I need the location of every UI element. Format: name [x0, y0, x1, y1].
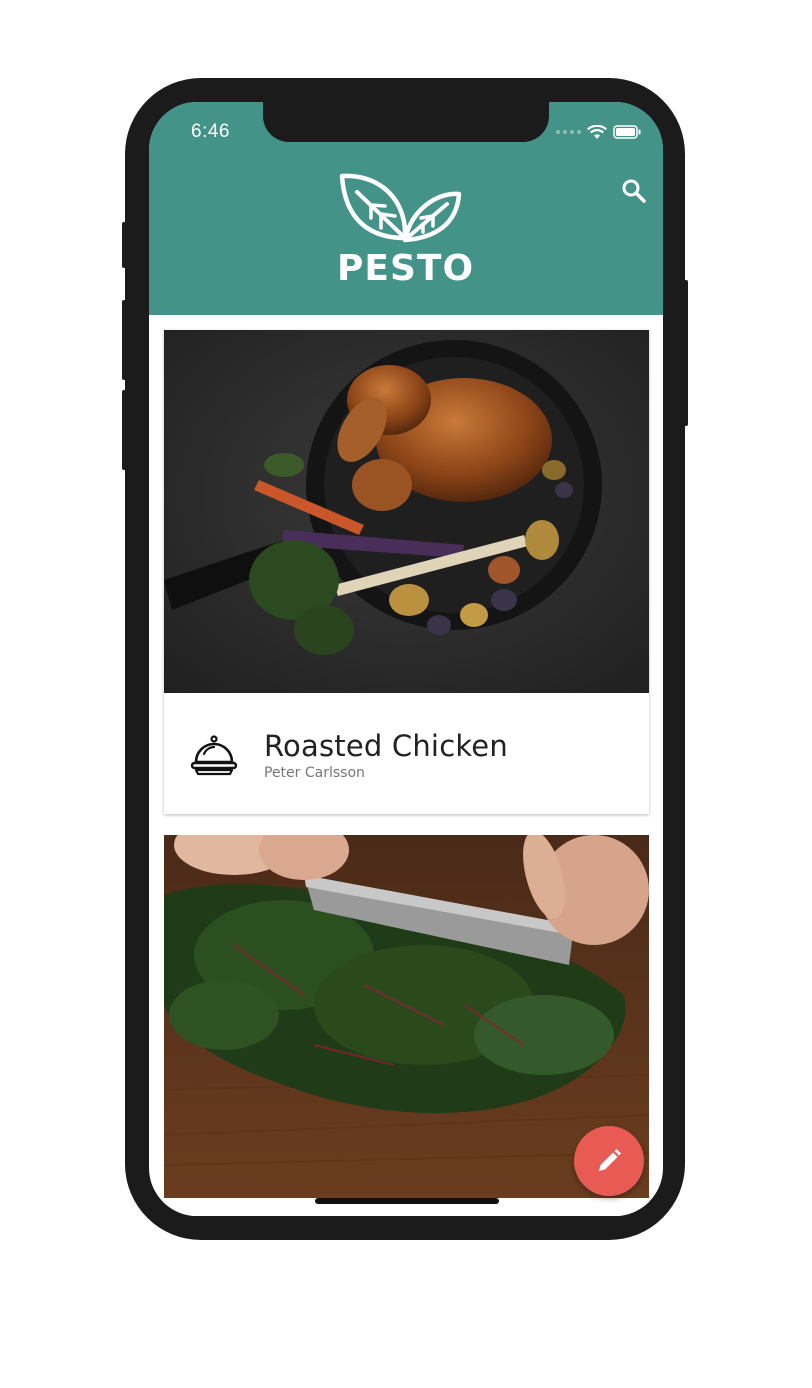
app-bar: 6:46 PESTO: [149, 102, 663, 315]
notch: [263, 102, 549, 142]
mute-switch: [122, 222, 126, 268]
edit-fab-button[interactable]: [574, 1126, 644, 1196]
status-icons: [556, 122, 641, 142]
volume-down-button: [122, 390, 126, 470]
app-name: PESTO: [337, 248, 475, 289]
wifi-icon: [587, 124, 607, 139]
leaves-logo-icon: [339, 173, 462, 243]
status-time: 6:46: [191, 121, 230, 142]
search-icon: [622, 179, 646, 203]
recipe-card[interactable]: Roasted Chicken Peter Carlsson: [164, 330, 649, 814]
pesto-logo: PESTO: [337, 172, 473, 289]
app-screen: 6:46 PESTO Roasted Chicken Peter Carlsso…: [149, 102, 663, 1216]
recipe-photo-roasted-chicken: [164, 330, 649, 693]
home-indicator[interactable]: [315, 1198, 499, 1204]
search-button[interactable]: [619, 176, 649, 206]
volume-up-button: [122, 300, 126, 380]
recipe-photo-chopped-chard: [164, 835, 649, 1198]
recipe-meta: Roasted Chicken Peter Carlsson: [164, 693, 649, 814]
battery-icon: [613, 125, 641, 139]
recipe-author: Peter Carlsson: [264, 765, 365, 781]
cellular-signal-icon: [556, 130, 581, 134]
cloche-icon: [190, 735, 238, 776]
recipe-title: Roasted Chicken: [264, 729, 508, 763]
pencil-icon: [599, 1149, 621, 1171]
power-button: [684, 280, 688, 426]
